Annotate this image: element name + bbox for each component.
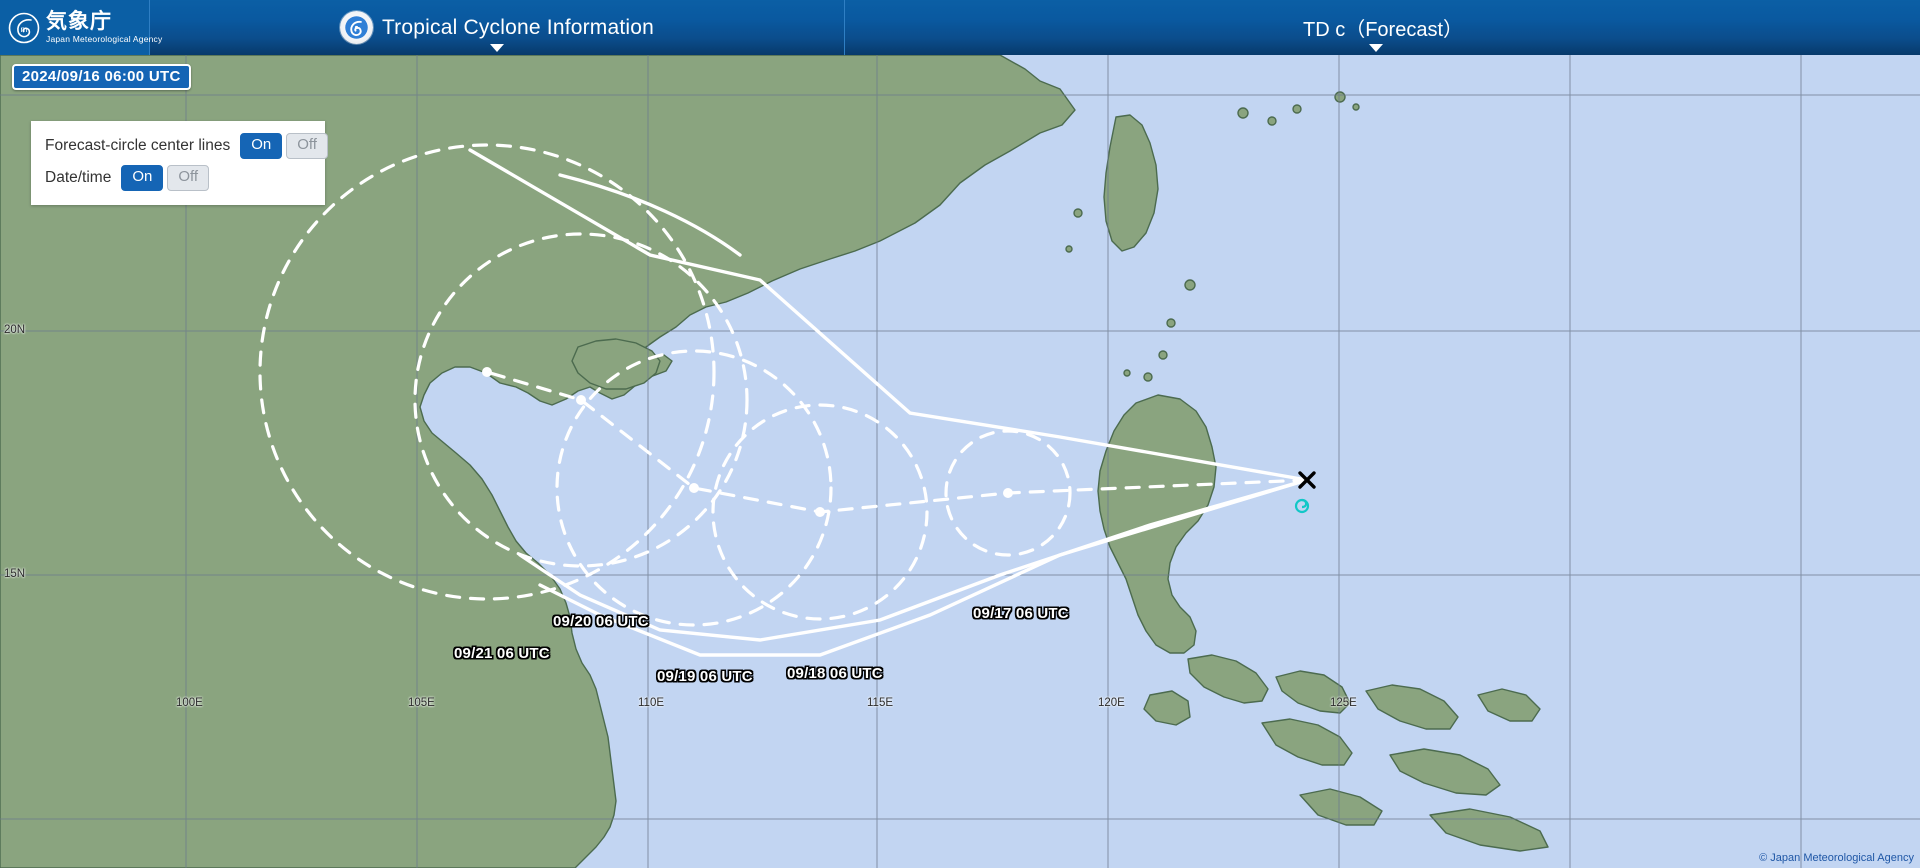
datetime-off-button[interactable]: Off [167,164,210,191]
islet-7 [1166,318,1176,328]
datetime-on-button[interactable]: On [121,164,164,191]
center-lines-toggle-group: On Off [240,133,328,159]
forecast-time-label: 09/20 06 UTC [553,613,649,630]
storm-name-label: TD c（Forecast） [1302,19,1464,41]
lon-label: 105E [408,697,435,709]
jma-typhoon-logo-icon: m [8,12,40,43]
center-lines-on-button[interactable]: On [240,133,283,159]
islet-3 [1292,104,1302,114]
lon-label: 125E [1330,697,1357,709]
chevron-down-icon [1369,44,1383,52]
jma-logo-en: Japan Meteorological Agency [46,34,163,45]
islet-4 [1334,91,1346,103]
lon-label: 100E [176,697,203,709]
islet-12 [1065,245,1073,253]
jma-logo-jp: 気象庁 [46,9,112,34]
option-label-center-lines: Forecast-circle center lines [45,136,231,154]
copyright-label: © Japan Meteorological Agency [1759,852,1914,864]
analysis-time-badge: 2024/09/16 06:00 UTC [12,64,191,90]
center-lines-off-button[interactable]: Off [286,133,328,159]
map-options-panel: Forecast-circle center lines On Off Date… [31,121,328,205]
islet-10 [1123,369,1131,377]
islet-6 [1184,279,1196,291]
cyclone-icon [339,11,373,44]
islet-5 [1352,103,1360,111]
option-row-center-lines: Forecast-circle center lines On Off [31,130,328,162]
forecast-time-label: 09/21 06 UTC [454,645,550,662]
islet-11 [1073,208,1083,218]
tropical-cyclone-information-menu[interactable]: Tropical Cyclone Information [150,0,845,55]
option-label-datetime: Date/time [45,168,112,186]
forecast-time-label: 09/19 06 UTC [657,668,753,685]
forecast-time-label: 09/18 06 UTC [787,665,883,682]
jma-logo-text: 気象庁 Japan Meteorological Agency [46,11,162,44]
lat-label: 20N [4,324,26,336]
islet-1 [1237,107,1249,119]
lon-label: 110E [638,697,665,709]
islet-8 [1158,350,1168,360]
app-header: m 気象庁 Japan Meteorological Agency Tropic… [0,0,1920,55]
jma-logo[interactable]: m 気象庁 Japan Meteorological Agency [0,0,162,55]
lon-label: 115E [867,697,894,709]
storm-selector-menu[interactable]: TD c（Forecast） [846,0,1920,55]
header-title: Tropical Cyclone Information [381,15,655,39]
islet-9 [1143,372,1153,382]
lat-label: 15N [4,568,26,580]
lon-label: 120E [1098,697,1125,709]
chevron-down-icon [490,44,504,52]
datetime-toggle-group: On Off [121,164,210,191]
forecast-time-label: 09/17 06 UTC [973,605,1069,622]
islet-2 [1267,116,1277,126]
svg-text:m: m [20,24,27,34]
option-row-datetime: Date/time On Off [31,162,325,194]
